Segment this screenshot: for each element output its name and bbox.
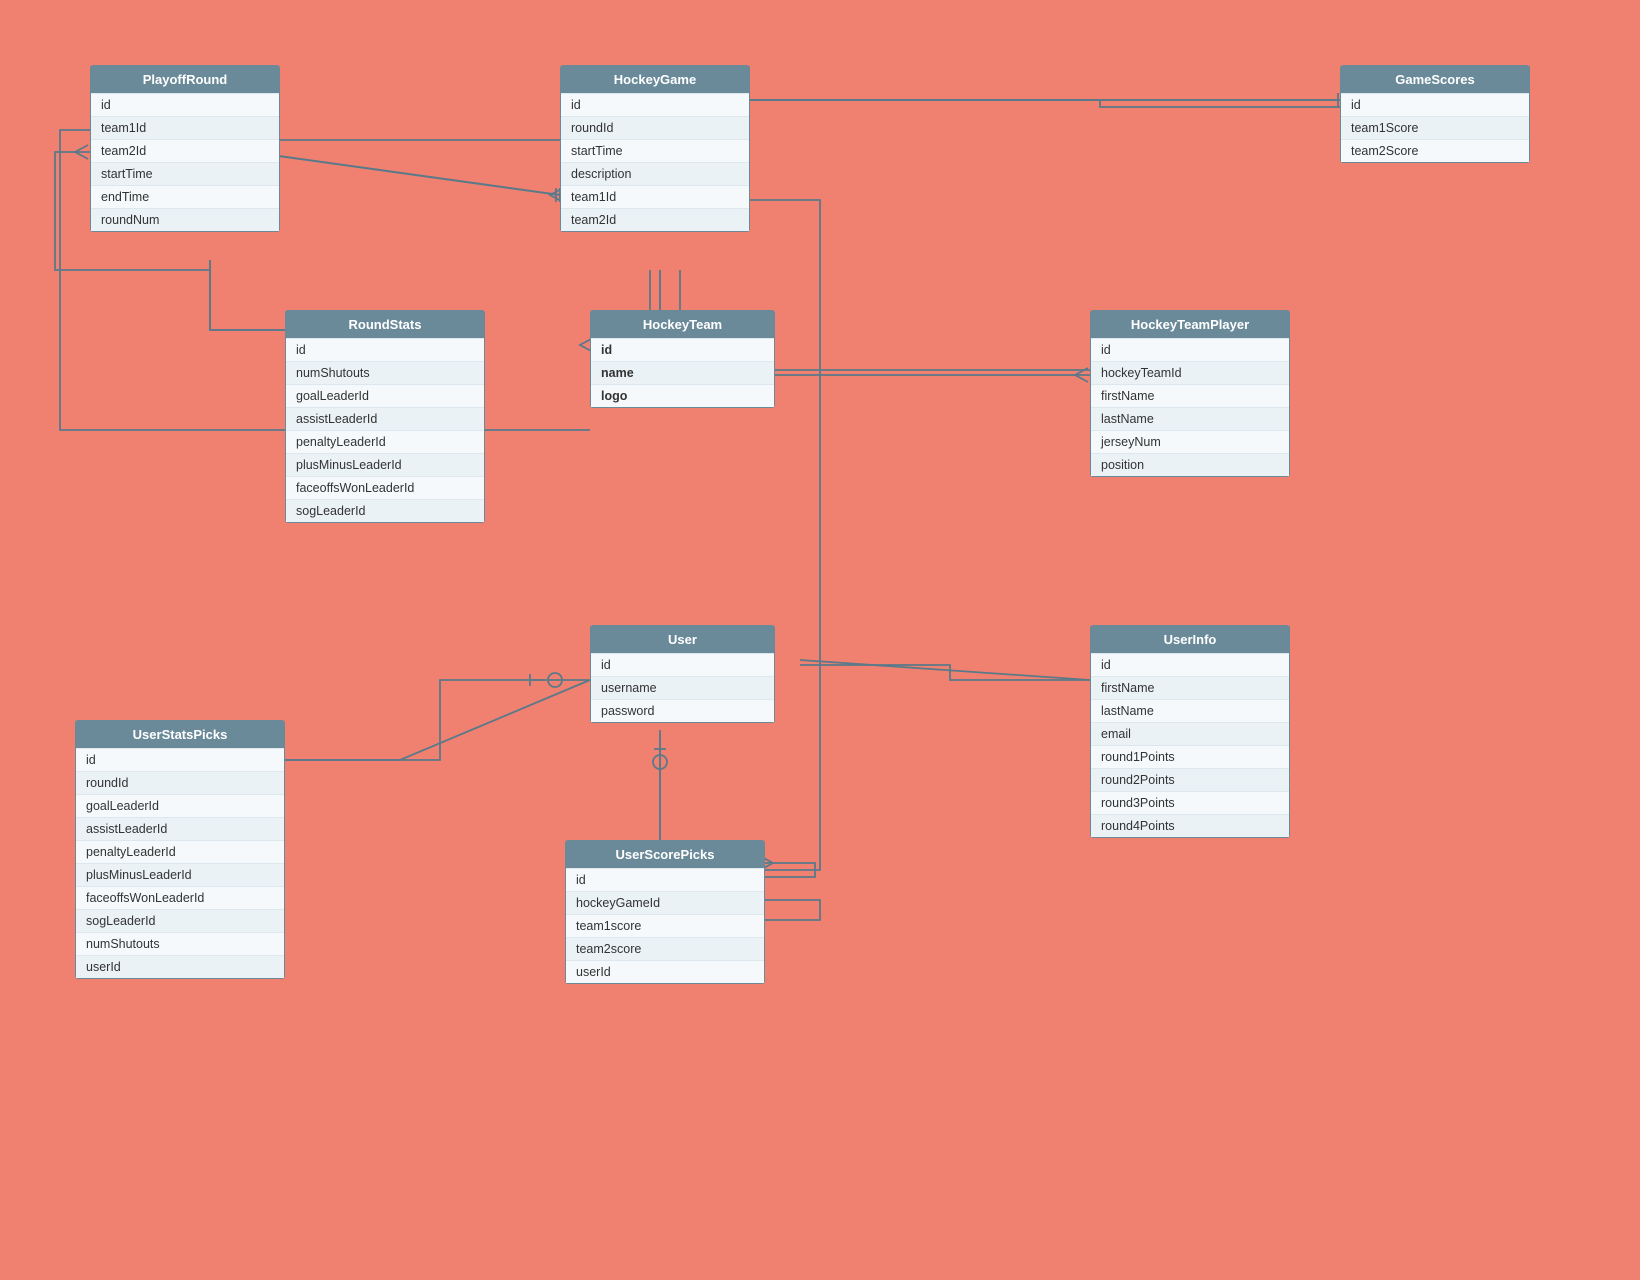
entity-header-user-info: UserInfo (1091, 626, 1289, 653)
field-gs-id: id (1341, 93, 1529, 116)
field-usp-penaltyleaderid: penaltyLeaderId (76, 840, 284, 863)
field-ui-round1points: round1Points (1091, 745, 1289, 768)
field-hg-team2id: team2Id (561, 208, 749, 231)
field-pr-roundnum: roundNum (91, 208, 279, 231)
diagram-canvas: PlayoffRound id team1Id team2Id startTim… (0, 0, 1640, 1280)
field-pr-endtime: endTime (91, 185, 279, 208)
field-pr-starttime: startTime (91, 162, 279, 185)
field-pr-team1id: team1Id (91, 116, 279, 139)
entity-hockey-team: HockeyTeam id name logo (590, 310, 775, 408)
entity-round-stats: RoundStats id numShutouts goalLeaderId a… (285, 310, 485, 523)
entity-header-game-scores: GameScores (1341, 66, 1529, 93)
field-htp-id: id (1091, 338, 1289, 361)
field-u-id: id (591, 653, 774, 676)
field-ht-name: name (591, 361, 774, 384)
field-usp-plusminusleaderid: plusMinusLeaderId (76, 863, 284, 886)
field-usp-roundid: roundId (76, 771, 284, 794)
field-htp-position: position (1091, 453, 1289, 476)
entity-hockey-team-player: HockeyTeamPlayer id hockeyTeamId firstNa… (1090, 310, 1290, 477)
field-uscp-team1score: team1score (566, 914, 764, 937)
field-usp-faceoffswonleaderid: faceoffsWonLeaderId (76, 886, 284, 909)
entity-playoff-round: PlayoffRound id team1Id team2Id startTim… (90, 65, 280, 232)
entity-hockey-game: HockeyGame id roundId startTime descript… (560, 65, 750, 232)
field-uscp-hockeygameid: hockeyGameId (566, 891, 764, 914)
entity-user-info: UserInfo id firstName lastName email rou… (1090, 625, 1290, 838)
field-usp-assistleaderid: assistLeaderId (76, 817, 284, 840)
field-rs-penaltyleaderid: penaltyLeaderId (286, 430, 484, 453)
entity-user-score-picks: UserScorePicks id hockeyGameId team1scor… (565, 840, 765, 984)
entity-user: User id username password (590, 625, 775, 723)
entity-header-hockey-team: HockeyTeam (591, 311, 774, 338)
field-rs-sogleaderid: sogLeaderId (286, 499, 484, 522)
field-ht-logo: logo (591, 384, 774, 407)
entity-header-playoff-round: PlayoffRound (91, 66, 279, 93)
field-ui-round2points: round2Points (1091, 768, 1289, 791)
field-rs-id: id (286, 338, 484, 361)
field-hg-roundid: roundId (561, 116, 749, 139)
entity-header-user: User (591, 626, 774, 653)
field-u-password: password (591, 699, 774, 722)
field-usp-userid: userId (76, 955, 284, 978)
entity-header-hockey-game: HockeyGame (561, 66, 749, 93)
field-rs-assistleaderid: assistLeaderId (286, 407, 484, 430)
field-gs-team2score: team2Score (1341, 139, 1529, 162)
entity-header-user-score-picks: UserScorePicks (566, 841, 764, 868)
field-rs-plusminusleaderid: plusMinusLeaderId (286, 453, 484, 476)
field-htp-lastname: lastName (1091, 407, 1289, 430)
field-pr-id: id (91, 93, 279, 116)
field-usp-sogleaderid: sogLeaderId (76, 909, 284, 932)
entity-header-round-stats: RoundStats (286, 311, 484, 338)
field-htp-jerseynum: jerseyNum (1091, 430, 1289, 453)
entity-user-stats-picks: UserStatsPicks id roundId goalLeaderId a… (75, 720, 285, 979)
field-rs-goalleaderid: goalLeaderId (286, 384, 484, 407)
field-usp-goalleaderid: goalLeaderId (76, 794, 284, 817)
field-pr-team2id: team2Id (91, 139, 279, 162)
field-hg-starttime: startTime (561, 139, 749, 162)
field-ui-email: email (1091, 722, 1289, 745)
field-rs-numshutouts: numShutouts (286, 361, 484, 384)
field-ui-lastname: lastName (1091, 699, 1289, 722)
field-htp-hockeyteamid: hockeyTeamId (1091, 361, 1289, 384)
field-gs-team1score: team1Score (1341, 116, 1529, 139)
field-u-username: username (591, 676, 774, 699)
field-rs-faceoffswonleaderid: faceoffsWonLeaderId (286, 476, 484, 499)
field-usp-numshutouts: numShutouts (76, 932, 284, 955)
field-ht-id: id (591, 338, 774, 361)
entity-header-hockey-team-player: HockeyTeamPlayer (1091, 311, 1289, 338)
field-hg-id: id (561, 93, 749, 116)
field-usp-id: id (76, 748, 284, 771)
field-ui-round4points: round4Points (1091, 814, 1289, 837)
entity-header-user-stats-picks: UserStatsPicks (76, 721, 284, 748)
field-uscp-userid: userId (566, 960, 764, 983)
field-hg-description: description (561, 162, 749, 185)
field-htp-firstname: firstName (1091, 384, 1289, 407)
entity-game-scores: GameScores id team1Score team2Score (1340, 65, 1530, 163)
field-hg-team1id: team1Id (561, 185, 749, 208)
field-ui-round3points: round3Points (1091, 791, 1289, 814)
field-ui-id: id (1091, 653, 1289, 676)
field-ui-firstname: firstName (1091, 676, 1289, 699)
field-uscp-team2score: team2score (566, 937, 764, 960)
field-uscp-id: id (566, 868, 764, 891)
